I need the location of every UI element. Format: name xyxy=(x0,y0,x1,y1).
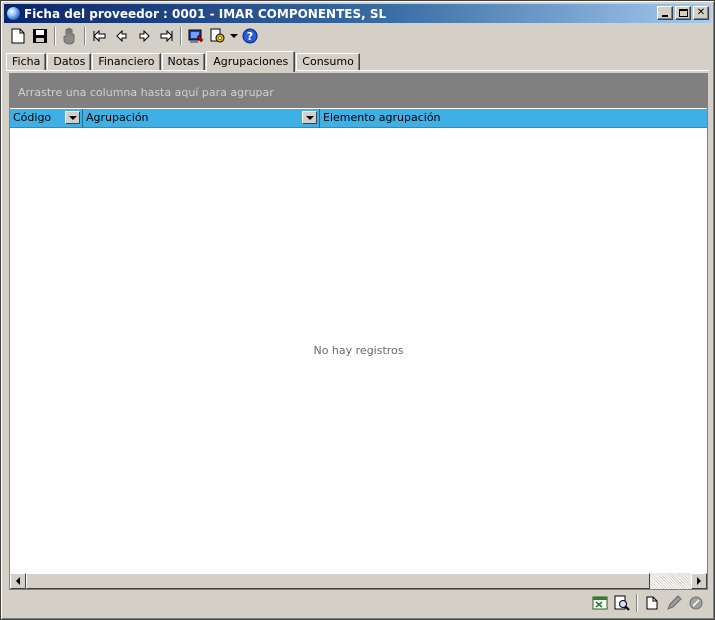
tab-notas[interactable]: Notas xyxy=(161,53,206,71)
toolbar: ? xyxy=(4,24,711,48)
tab-financiero[interactable]: Financiero xyxy=(92,53,161,71)
eraser-icon xyxy=(689,596,703,610)
print-preview-icon xyxy=(614,595,630,611)
grid-header-row: Código Agrupación Elemento agrupación xyxy=(10,109,707,128)
column-header-codigo[interactable]: Código xyxy=(10,109,83,128)
tab-ficha[interactable]: Ficha xyxy=(6,53,47,71)
delete-button[interactable] xyxy=(685,592,707,614)
column-header-label: Elemento agrupación xyxy=(323,111,441,124)
supplier-window: Ficha del proveedor : 0001 - IMAR COMPON… xyxy=(0,0,715,620)
window-title: Ficha del proveedor : 0001 - IMAR COMPON… xyxy=(24,6,387,21)
edit-icon xyxy=(667,595,682,610)
scrollbar-track[interactable] xyxy=(650,573,691,589)
column-header-agrupacion[interactable]: Agrupación xyxy=(83,109,320,128)
save-icon xyxy=(33,29,47,43)
new-record-button[interactable] xyxy=(641,592,663,614)
maximize-icon xyxy=(678,9,688,17)
column-filter-button[interactable] xyxy=(302,111,317,124)
chevron-down-icon xyxy=(305,115,314,120)
window-controls: ✕ xyxy=(655,6,709,20)
chevron-down-icon xyxy=(230,34,238,38)
new-document-icon xyxy=(11,28,25,44)
report-icon xyxy=(188,29,204,43)
excel-export-icon xyxy=(592,596,608,610)
first-record-button[interactable] xyxy=(89,25,111,47)
hand-icon xyxy=(63,27,75,45)
next-record-button[interactable] xyxy=(133,25,155,47)
tab-consumo[interactable]: Consumo xyxy=(296,53,360,71)
close-button[interactable]: ✕ xyxy=(693,6,709,20)
tools-icon xyxy=(210,28,225,43)
scroll-left-button[interactable] xyxy=(10,573,26,589)
first-record-icon xyxy=(93,30,106,42)
maximize-button[interactable] xyxy=(675,6,691,20)
next-record-icon xyxy=(139,30,150,42)
save-button[interactable] xyxy=(29,25,51,47)
last-record-icon xyxy=(160,30,173,42)
globe-icon xyxy=(6,6,21,21)
close-icon: ✕ xyxy=(696,7,706,18)
tools-dropdown-button[interactable] xyxy=(229,25,239,47)
statusbar-separator xyxy=(636,594,638,612)
tab-agrupaciones[interactable]: Agrupaciones xyxy=(206,51,296,72)
help-button[interactable]: ? xyxy=(239,25,261,47)
empty-grid-message: No hay registros xyxy=(313,344,404,357)
toolbar-separator xyxy=(54,27,56,45)
minimize-button[interactable] xyxy=(657,6,673,20)
tab-strip: Ficha Datos Financiero Notas Agrupacione… xyxy=(6,49,361,72)
previous-record-button[interactable] xyxy=(111,25,133,47)
horizontal-scrollbar[interactable] xyxy=(10,573,707,589)
print-preview-button[interactable] xyxy=(611,592,633,614)
edit-button[interactable] xyxy=(663,592,685,614)
column-header-label: Código xyxy=(13,111,52,124)
minimize-icon xyxy=(662,15,668,17)
svg-text:?: ? xyxy=(247,30,253,43)
toolbar-separator xyxy=(84,27,86,45)
report-button[interactable] xyxy=(185,25,207,47)
new-button[interactable] xyxy=(7,25,29,47)
scroll-right-button[interactable] xyxy=(691,573,707,589)
chevron-down-icon xyxy=(68,115,77,120)
column-filter-button[interactable] xyxy=(65,111,80,124)
tools-button[interactable] xyxy=(207,25,229,47)
arrow-left-icon xyxy=(16,577,20,585)
group-by-panel[interactable]: Arrastre una columna hasta aquí para agr… xyxy=(10,74,707,108)
tab-divider xyxy=(6,70,709,71)
scrollbar-thumb[interactable] xyxy=(26,573,650,589)
new-document-icon xyxy=(646,596,658,610)
grouping-grid: Arrastre una columna hasta aquí para agr… xyxy=(9,73,708,590)
export-excel-button[interactable] xyxy=(589,592,611,614)
status-bar xyxy=(4,591,711,615)
previous-record-icon xyxy=(116,30,127,42)
tab-datos[interactable]: Datos xyxy=(47,53,92,71)
arrow-right-icon xyxy=(697,577,701,585)
toolbar-separator xyxy=(180,27,182,45)
hand-button[interactable] xyxy=(59,25,81,47)
help-icon: ? xyxy=(242,28,258,44)
title-bar[interactable]: Ficha del proveedor : 0001 - IMAR COMPON… xyxy=(4,4,711,23)
last-record-button[interactable] xyxy=(155,25,177,47)
column-header-label: Agrupación xyxy=(86,111,149,124)
column-header-elemento-agrupacion[interactable]: Elemento agrupación xyxy=(320,109,707,128)
